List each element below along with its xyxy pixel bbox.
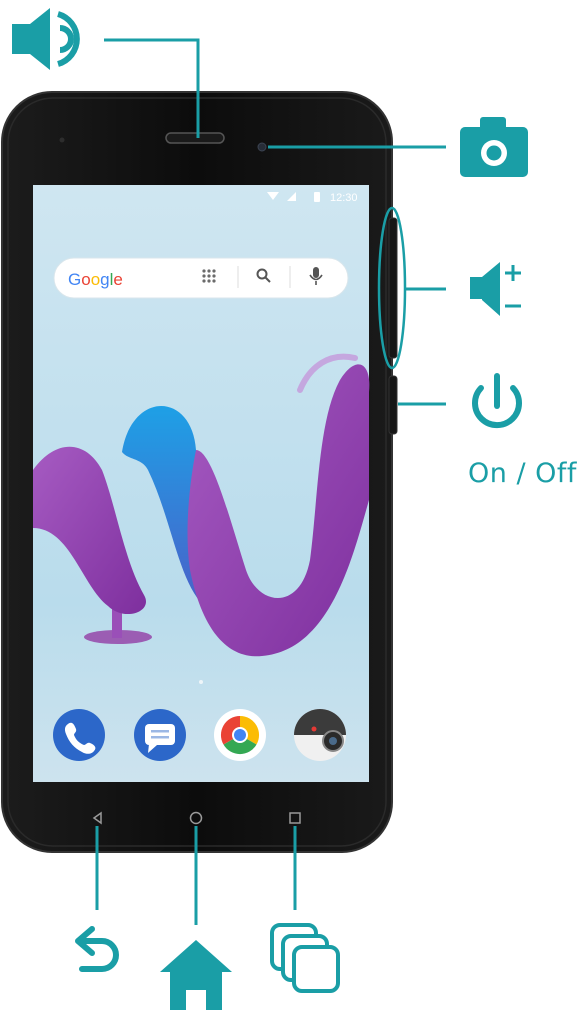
google-logo: Google bbox=[68, 270, 123, 289]
volume-icon bbox=[470, 262, 521, 316]
battery-icon bbox=[314, 192, 320, 202]
page-indicator bbox=[199, 680, 203, 684]
front-camera bbox=[257, 142, 267, 152]
google-logo-letter: G bbox=[68, 270, 81, 289]
power-label: On / Off bbox=[468, 458, 577, 489]
power-button[interactable] bbox=[388, 375, 398, 435]
google-search-bar[interactable]: Google bbox=[53, 257, 349, 299]
apps-grid-icon[interactable] bbox=[202, 269, 216, 283]
screen: 12:30 Google bbox=[33, 185, 370, 782]
camera-icon bbox=[460, 117, 528, 177]
messages-icon[interactable] bbox=[134, 709, 186, 761]
sensor bbox=[59, 137, 65, 143]
back-arrow-icon bbox=[75, 926, 119, 972]
google-logo-letter: e bbox=[113, 270, 122, 289]
google-logo-letter: o bbox=[91, 270, 100, 289]
status-time: 12:30 bbox=[330, 192, 358, 204]
volume-rocker[interactable] bbox=[388, 217, 398, 359]
home-icon bbox=[160, 940, 232, 1010]
phone-icon[interactable] bbox=[53, 709, 105, 761]
earpiece bbox=[165, 132, 225, 144]
recents-icon bbox=[270, 923, 340, 993]
google-logo-letter: g bbox=[100, 270, 109, 289]
camera-app-icon[interactable] bbox=[294, 709, 346, 761]
speaker-icon bbox=[12, 8, 80, 70]
chrome-icon[interactable] bbox=[214, 709, 266, 761]
google-logo-letter: o bbox=[81, 270, 90, 289]
phone-diagram: 12:30 Google bbox=[1, 8, 528, 1010]
power-icon bbox=[472, 373, 522, 429]
